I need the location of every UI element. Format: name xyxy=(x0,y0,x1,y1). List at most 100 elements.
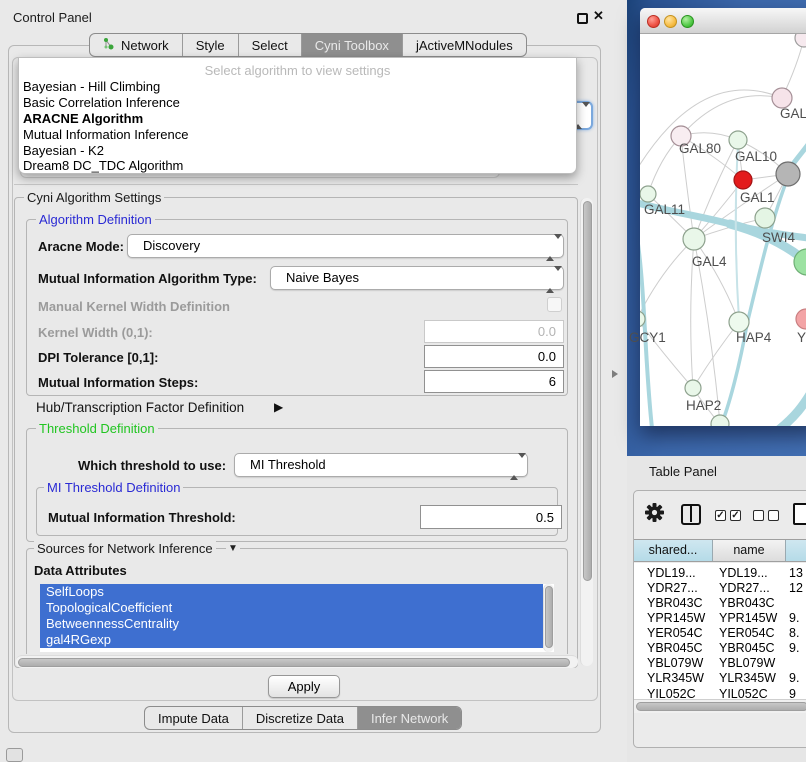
which-threshold-label: Which threshold to use: xyxy=(78,458,226,473)
table-rows: YDL19...YDL19...13 YDR27...YDR27...12 YB… xyxy=(634,563,806,699)
combo-arrows-icon xyxy=(546,271,554,289)
node-label: GCY1 xyxy=(629,330,666,345)
column-header-partial[interactable]: A xyxy=(786,540,806,561)
tab-infer-network[interactable]: Infer Network xyxy=(358,707,461,729)
tab-jactivemnodules[interactable]: jActiveMNodules xyxy=(403,34,526,56)
threshold-definition-title: Threshold Definition xyxy=(36,421,158,436)
list-item[interactable]: BetweennessCentrality xyxy=(40,616,543,632)
table-row[interactable]: YBR045CYBR045C9. xyxy=(634,641,806,656)
bottom-tab-bar: Impute Data Discretize Data Infer Networ… xyxy=(144,706,462,730)
table-row[interactable]: YDR27...YDR27...12 xyxy=(634,581,806,596)
node-label: HAP4 xyxy=(736,330,771,345)
tab-select[interactable]: Select xyxy=(239,34,302,56)
mi-type-label: Mutual Information Algorithm Type: xyxy=(38,271,257,286)
screenshot-root: Control Panel ✕ Network Style xyxy=(0,0,806,762)
tab-discretize-data[interactable]: Discretize Data xyxy=(243,707,358,729)
file-icon[interactable] xyxy=(793,503,806,525)
minimize-traffic-light-icon[interactable] xyxy=(664,15,677,28)
node-label: GAL1 xyxy=(740,190,775,205)
node-label: SWI4 xyxy=(762,230,795,245)
column-header-shared[interactable]: shared... xyxy=(634,540,713,561)
list-item[interactable]: TopologicalCoefficient xyxy=(40,600,543,616)
close-icon[interactable]: ✕ xyxy=(593,8,604,24)
settings-horizontal-scrollbar[interactable] xyxy=(16,655,578,668)
dropdown-item[interactable]: Basic Correlation Inference xyxy=(23,95,180,110)
table-panel-title: Table Panel xyxy=(649,464,717,479)
table-row[interactable]: YBL079WYBL079W xyxy=(634,656,806,671)
node-label: GAL10 xyxy=(735,149,777,164)
which-threshold-combobox[interactable]: MI Threshold xyxy=(234,453,528,477)
splitter-arrow-icon[interactable] xyxy=(612,370,618,378)
mi-threshold-group-title: MI Threshold Definition xyxy=(44,480,183,495)
select-all-checkbox-icon[interactable]: ✓ xyxy=(730,510,741,521)
mi-threshold-field[interactable] xyxy=(420,505,562,529)
table-row[interactable]: YIL052CYIL052C9 xyxy=(634,687,806,699)
node-label: GAL11 xyxy=(644,202,685,217)
deselect-all-checkbox-icon[interactable] xyxy=(753,510,764,521)
collapsed-panel-icon[interactable] xyxy=(6,748,23,762)
data-attributes-list[interactable]: SelfLoops TopologicalCoefficient Between… xyxy=(40,584,554,652)
column-header-name[interactable]: name xyxy=(713,540,786,561)
table-horizontal-scrollbar[interactable] xyxy=(634,699,806,713)
manual-kernel-checkbox[interactable] xyxy=(547,297,562,312)
hub-definition-label[interactable]: Hub/Transcription Factor Definition xyxy=(36,400,244,415)
table-row[interactable]: YDL19...YDL19...13 xyxy=(634,566,806,581)
algorithm-dropdown-popup: Select algorithm to view settings Bayesi… xyxy=(18,57,577,174)
node-label: GAL4 xyxy=(692,254,727,269)
tab-network[interactable]: Network xyxy=(90,34,183,56)
tab-network-label: Network xyxy=(121,38,169,53)
settings-vertical-scrollbar[interactable] xyxy=(580,198,593,666)
dropdown-item[interactable]: Dream8 DC_TDC Algorithm xyxy=(23,158,183,173)
combo-arrows-icon xyxy=(546,239,554,257)
network-icon xyxy=(103,37,115,53)
tab-style[interactable]: Style xyxy=(183,34,239,56)
network-window-titlebar[interactable] xyxy=(640,8,806,34)
table-row[interactable]: YPR145WYPR145W9. xyxy=(634,611,806,626)
kernel-width-field[interactable] xyxy=(424,320,564,343)
mi-steps-field[interactable] xyxy=(424,370,564,393)
zoom-traffic-light-icon[interactable] xyxy=(681,15,694,28)
algorithm-definition-title: Algorithm Definition xyxy=(36,212,155,227)
group-border-fragment xyxy=(14,184,578,185)
group-border-fragment xyxy=(597,98,598,182)
list-item[interactable]: gal4RGexp xyxy=(40,632,543,648)
deselect-all-checkbox-icon[interactable] xyxy=(768,510,779,521)
close-traffic-light-icon[interactable] xyxy=(647,15,660,28)
sources-group-title: Sources for Network Inference xyxy=(34,541,216,556)
cyni-settings-group-title: Cyni Algorithm Settings xyxy=(24,190,164,205)
top-tab-bar: Network Style Select Cyni Toolbox jActiv… xyxy=(89,33,527,57)
table-header-row: shared... name A xyxy=(634,539,806,562)
manual-kernel-label: Manual Kernel Width Definition xyxy=(38,299,230,314)
apply-button[interactable]: Apply xyxy=(268,675,340,698)
mi-threshold-label: Mutual Information Threshold: xyxy=(48,510,236,525)
aracne-mode-label: Aracne Mode: xyxy=(38,239,124,254)
dropdown-item[interactable]: Bayesian - K2 xyxy=(23,143,104,158)
dpi-tolerance-field[interactable] xyxy=(424,345,564,368)
table-browser: ✓ ✓ shared... name A YDL19...YDL19...13 … xyxy=(633,490,806,748)
split-columns-icon[interactable] xyxy=(681,504,701,525)
table-row[interactable]: YLR345WYLR345W9. xyxy=(634,671,806,686)
table-row[interactable]: YER054CYER054C8. xyxy=(634,626,806,641)
float-window-icon[interactable] xyxy=(577,13,588,24)
tab-cyni-toolbox[interactable]: Cyni Toolbox xyxy=(302,34,403,56)
control-panel-title: Control Panel xyxy=(13,10,92,25)
tab-impute-data[interactable]: Impute Data xyxy=(145,707,243,729)
dropdown-prompt: Select algorithm to view settings xyxy=(19,63,576,78)
gear-icon[interactable] xyxy=(645,503,664,527)
aracne-mode-combobox[interactable]: Discovery xyxy=(127,234,564,258)
dropdown-item-aracne[interactable]: ARACNE Algorithm xyxy=(23,111,143,126)
list-scrollbar[interactable] xyxy=(543,584,554,652)
combo-arrows-icon xyxy=(510,458,518,476)
node-label: Y xyxy=(797,330,806,345)
collapse-down-icon[interactable]: ▼ xyxy=(226,543,240,554)
dropdown-item[interactable]: Bayesian - Hill Climbing xyxy=(23,79,160,94)
dropdown-item[interactable]: Mutual Information Inference xyxy=(23,127,188,142)
list-item[interactable]: SelfLoops xyxy=(40,584,543,600)
mi-type-combobox[interactable]: Naive Bayes xyxy=(270,266,564,290)
network-view-window[interactable] xyxy=(640,8,806,426)
select-all-checkbox-icon[interactable]: ✓ xyxy=(715,510,726,521)
expand-right-icon[interactable]: ▶ xyxy=(274,400,283,414)
table-row[interactable]: YBR043CYBR043C xyxy=(634,596,806,611)
node-label: HAP2 xyxy=(686,398,721,413)
data-attributes-label: Data Attributes xyxy=(34,563,127,578)
